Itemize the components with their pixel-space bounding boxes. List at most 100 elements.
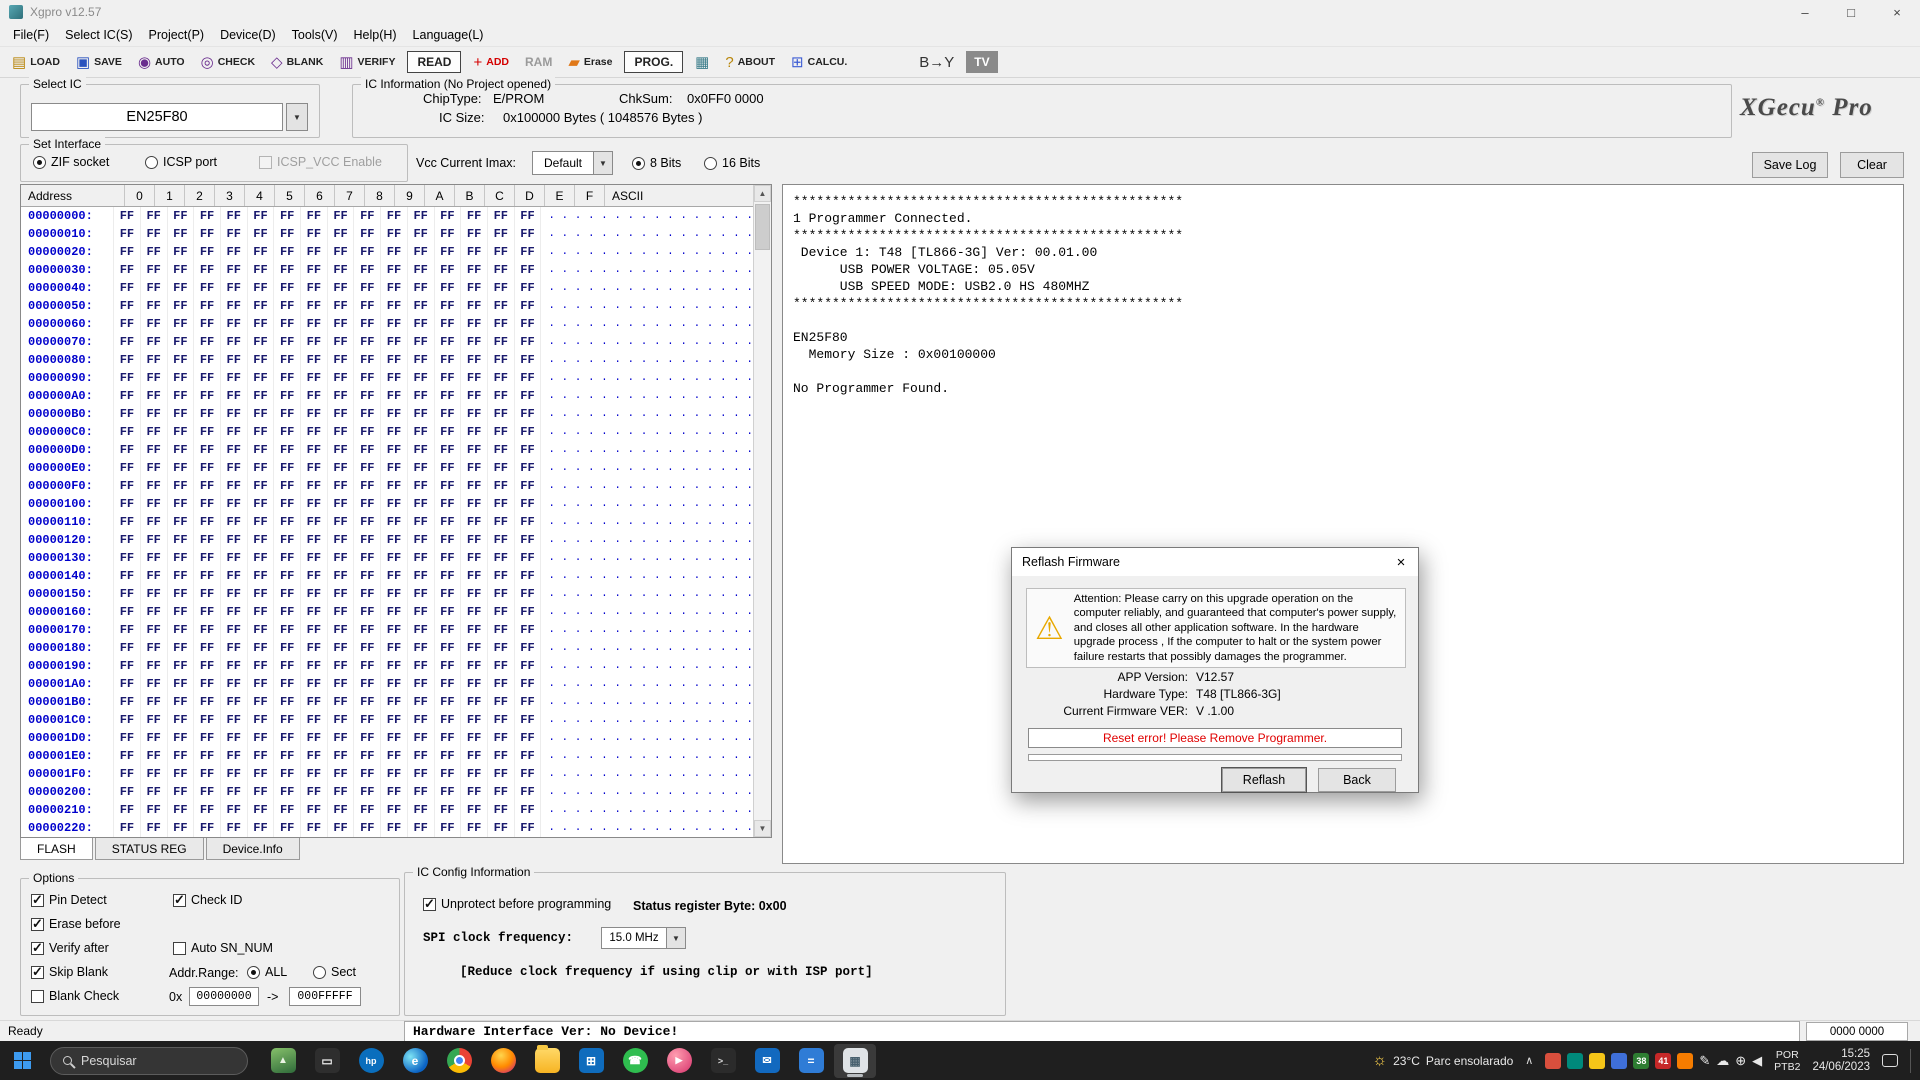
hex-byte-cell[interactable]: FF bbox=[381, 297, 408, 315]
hex-byte-cell[interactable]: FF bbox=[194, 279, 221, 297]
hex-byte-cell[interactable]: FF bbox=[114, 279, 141, 297]
hex-byte-cell[interactable]: FF bbox=[248, 225, 275, 243]
hex-byte-cell[interactable]: FF bbox=[301, 387, 328, 405]
hex-byte-cell[interactable]: FF bbox=[274, 693, 301, 711]
hex-byte-cell[interactable]: FF bbox=[168, 423, 195, 441]
hex-byte-cell[interactable]: FF bbox=[354, 459, 381, 477]
hex-byte-cell[interactable]: FF bbox=[168, 621, 195, 639]
maximize-button[interactable]: □ bbox=[1828, 0, 1874, 24]
hex-byte-cell[interactable]: FF bbox=[168, 513, 195, 531]
hex-byte-cell[interactable]: FF bbox=[248, 477, 275, 495]
hex-byte-cell[interactable]: FF bbox=[328, 531, 355, 549]
hex-byte-cell[interactable]: FF bbox=[328, 801, 355, 819]
hex-byte-cell[interactable]: FF bbox=[194, 405, 221, 423]
menu-device[interactable]: Device(D) bbox=[212, 26, 284, 44]
hex-byte-cell[interactable]: FF bbox=[114, 765, 141, 783]
spi-clock-combo[interactable]: 15.0 MHz ▼ bbox=[601, 927, 686, 949]
hex-byte-cell[interactable]: FF bbox=[328, 693, 355, 711]
hex-byte-cell[interactable]: FF bbox=[141, 693, 168, 711]
hex-byte-cell[interactable]: FF bbox=[194, 549, 221, 567]
hex-byte-cell[interactable]: FF bbox=[141, 333, 168, 351]
hex-byte-cell[interactable]: FF bbox=[114, 423, 141, 441]
hex-byte-cell[interactable]: FF bbox=[488, 315, 515, 333]
hex-byte-cell[interactable]: FF bbox=[168, 495, 195, 513]
hex-byte-cell[interactable]: FF bbox=[221, 279, 248, 297]
hex-byte-cell[interactable]: FF bbox=[301, 693, 328, 711]
toolbar-verify-button[interactable]: ▥VERIFY bbox=[335, 53, 399, 72]
hex-byte-cell[interactable]: FF bbox=[141, 621, 168, 639]
hex-byte-cell[interactable]: FF bbox=[221, 351, 248, 369]
toolbar-check-button[interactable]: ◎CHECK bbox=[197, 53, 259, 72]
hex-byte-cell[interactable]: FF bbox=[515, 423, 542, 441]
hex-byte-cell[interactable]: FF bbox=[328, 639, 355, 657]
hex-byte-cell[interactable]: FF bbox=[515, 225, 542, 243]
hex-byte-cell[interactable]: FF bbox=[301, 441, 328, 459]
hex-byte-cell[interactable]: FF bbox=[435, 567, 462, 585]
hex-byte-cell[interactable]: FF bbox=[221, 243, 248, 261]
hex-byte-cell[interactable]: FF bbox=[194, 387, 221, 405]
hex-byte-cell[interactable]: FF bbox=[168, 675, 195, 693]
hex-byte-cell[interactable]: FF bbox=[141, 747, 168, 765]
hex-byte-cell[interactable]: FF bbox=[114, 621, 141, 639]
hex-byte-cell[interactable]: FF bbox=[461, 711, 488, 729]
hex-byte-cell[interactable]: FF bbox=[354, 477, 381, 495]
taskbar-icon-whatsapp[interactable]: ☎ bbox=[614, 1044, 656, 1078]
taskbar-icon-chrome[interactable] bbox=[438, 1044, 480, 1078]
hex-byte-cell[interactable]: FF bbox=[248, 243, 275, 261]
hex-byte-cell[interactable]: FF bbox=[435, 783, 462, 801]
hex-byte-cell[interactable]: FF bbox=[221, 477, 248, 495]
hex-byte-cell[interactable]: FF bbox=[194, 477, 221, 495]
hex-byte-cell[interactable]: FF bbox=[221, 531, 248, 549]
hex-byte-cell[interactable]: FF bbox=[248, 495, 275, 513]
hex-byte-cell[interactable]: FF bbox=[141, 531, 168, 549]
hex-byte-cell[interactable]: FF bbox=[168, 747, 195, 765]
hex-byte-cell[interactable]: FF bbox=[168, 567, 195, 585]
scroll-up-icon[interactable]: ▲ bbox=[754, 185, 771, 202]
hex-byte-cell[interactable]: FF bbox=[114, 351, 141, 369]
spi-dropdown-icon[interactable]: ▼ bbox=[667, 927, 686, 949]
menu-help[interactable]: Help(H) bbox=[345, 26, 404, 44]
hex-byte-cell[interactable]: FF bbox=[408, 657, 435, 675]
hex-byte-cell[interactable]: FF bbox=[328, 477, 355, 495]
toolbar-erase-button[interactable]: ▰Erase bbox=[564, 53, 616, 72]
hex-byte-cell[interactable]: FF bbox=[354, 315, 381, 333]
hex-byte-cell[interactable]: FF bbox=[381, 729, 408, 747]
taskbar-icon-edge[interactable]: e bbox=[394, 1044, 436, 1078]
hex-byte-cell[interactable]: FF bbox=[301, 747, 328, 765]
hex-byte-cell[interactable]: FF bbox=[328, 315, 355, 333]
hex-byte-cell[interactable]: FF bbox=[274, 351, 301, 369]
hex-byte-cell[interactable]: FF bbox=[194, 603, 221, 621]
hex-byte-cell[interactable]: FF bbox=[515, 459, 542, 477]
hex-byte-cell[interactable]: FF bbox=[168, 369, 195, 387]
hex-byte-cell[interactable]: FF bbox=[274, 495, 301, 513]
hex-byte-cell[interactable]: FF bbox=[461, 387, 488, 405]
hex-byte-cell[interactable]: FF bbox=[194, 225, 221, 243]
hex-byte-cell[interactable]: FF bbox=[194, 621, 221, 639]
hex-byte-cell[interactable]: FF bbox=[354, 297, 381, 315]
hex-byte-cell[interactable]: FF bbox=[515, 567, 542, 585]
hex-byte-cell[interactable]: FF bbox=[328, 711, 355, 729]
hex-byte-cell[interactable]: FF bbox=[408, 531, 435, 549]
taskbar-icon-photos[interactable]: ▲ bbox=[262, 1044, 304, 1078]
hex-byte-cell[interactable]: FF bbox=[328, 765, 355, 783]
hex-byte-cell[interactable]: FF bbox=[354, 423, 381, 441]
hex-byte-cell[interactable]: FF bbox=[354, 351, 381, 369]
zif-socket-radio[interactable]: ZIF socket bbox=[33, 155, 109, 169]
hex-byte-cell[interactable]: FF bbox=[328, 567, 355, 585]
hex-byte-cell[interactable]: FF bbox=[114, 819, 141, 837]
hex-byte-cell[interactable]: FF bbox=[354, 549, 381, 567]
hex-byte-cell[interactable]: FF bbox=[248, 621, 275, 639]
toolbar-about-button[interactable]: ?ABOUT bbox=[721, 53, 779, 72]
hex-byte-cell[interactable]: FF bbox=[248, 207, 275, 225]
hex-byte-cell[interactable]: FF bbox=[515, 621, 542, 639]
hex-byte-cell[interactable]: FF bbox=[328, 261, 355, 279]
hex-byte-cell[interactable]: FF bbox=[354, 261, 381, 279]
hex-byte-cell[interactable]: FF bbox=[114, 207, 141, 225]
hex-byte-cell[interactable]: FF bbox=[488, 603, 515, 621]
hex-byte-cell[interactable]: FF bbox=[301, 225, 328, 243]
hex-byte-cell[interactable]: FF bbox=[168, 693, 195, 711]
hex-byte-cell[interactable]: FF bbox=[515, 351, 542, 369]
hex-byte-cell[interactable]: FF bbox=[408, 243, 435, 261]
hex-byte-cell[interactable]: FF bbox=[408, 477, 435, 495]
hex-byte-cell[interactable]: FF bbox=[408, 801, 435, 819]
